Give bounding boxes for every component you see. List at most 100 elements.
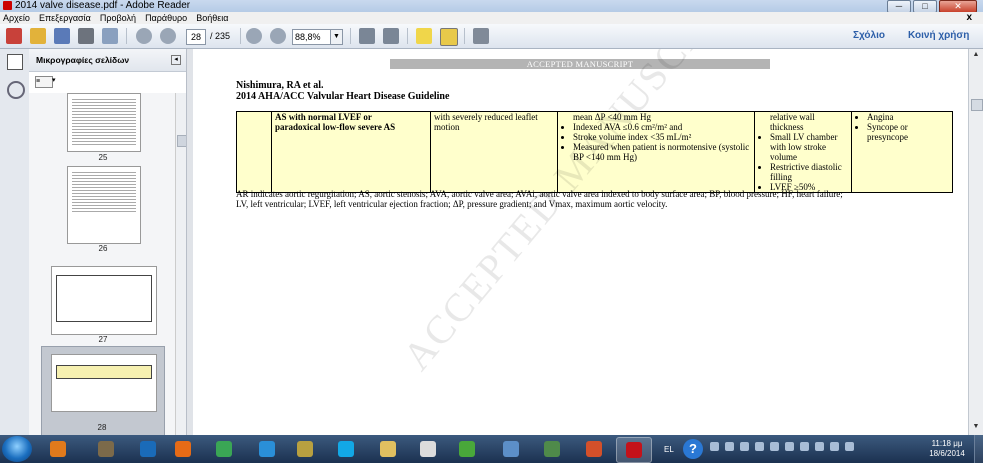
collapse-panel-icon[interactable]: ◂ xyxy=(171,55,181,65)
thumbnail-page[interactable] xyxy=(67,93,141,152)
toolbar-separator xyxy=(350,28,351,44)
adobe-reader-icon xyxy=(626,442,642,458)
tray-icon[interactable] xyxy=(815,442,824,451)
zoom-input[interactable]: 88,8% xyxy=(292,29,334,45)
explorer-taskbar-button[interactable] xyxy=(371,437,405,461)
tray-icon[interactable] xyxy=(785,442,794,451)
tray-icon[interactable] xyxy=(740,442,749,451)
thumbnail-page[interactable] xyxy=(51,354,157,412)
thumbnail-label: 25 xyxy=(98,153,108,162)
file-manager-taskbar-button[interactable] xyxy=(89,437,123,461)
utorrent-icon xyxy=(459,441,475,457)
hp-icon xyxy=(140,441,156,457)
highlight-icon[interactable] xyxy=(440,28,458,46)
tray-icon[interactable] xyxy=(710,442,719,451)
office-tool-taskbar-button[interactable] xyxy=(288,437,322,461)
menu-file[interactable]: Αρχείο xyxy=(0,12,33,24)
toolbar: 28 / 235 88,8% ▼ Σχόλιο Κοινή χρήση xyxy=(0,24,983,49)
list-item: Syncope or presyncope xyxy=(867,122,949,142)
network-icon[interactable] xyxy=(830,442,839,451)
menu-view[interactable]: Προβολή xyxy=(97,12,139,24)
selected-thumbnail[interactable]: 28 xyxy=(41,346,165,435)
page-thumbnails-icon[interactable] xyxy=(7,54,23,70)
start-button[interactable] xyxy=(2,436,32,462)
help-icon[interactable]: ? xyxy=(683,439,703,459)
zoom-dropdown-icon[interactable]: ▼ xyxy=(330,29,343,45)
show-desktop-button[interactable] xyxy=(974,435,983,463)
list-item: Small LV chamber with low stroke volume xyxy=(770,132,848,162)
menu-window[interactable]: Παράθυρο xyxy=(142,12,190,24)
previous-page-icon[interactable] xyxy=(136,28,152,44)
scroll-down-icon[interactable]: ▼ xyxy=(971,423,981,433)
notepad-taskbar-button[interactable] xyxy=(411,437,445,461)
zoom-in-icon[interactable] xyxy=(270,28,286,44)
comment-link[interactable]: Σχόλιο xyxy=(853,30,885,41)
panel-scrollbar[interactable] xyxy=(175,93,187,435)
page-number-input[interactable]: 28 xyxy=(186,29,206,45)
open-folder-icon[interactable] xyxy=(30,28,46,44)
clock[interactable]: 11:18 μμ 18/6/2014 xyxy=(922,439,972,459)
skype-taskbar-button[interactable] xyxy=(329,437,363,461)
powerpoint-icon xyxy=(586,441,602,457)
fit-width-icon[interactable] xyxy=(359,28,375,44)
expand-icon[interactable] xyxy=(473,28,489,44)
settings-taskbar-button[interactable] xyxy=(494,437,528,461)
document-scrollbar[interactable]: ▲ ▼ xyxy=(968,49,983,435)
attachments-icon[interactable] xyxy=(7,81,25,99)
menu-edit[interactable]: Επεξεργασία xyxy=(36,12,94,24)
internet-explorer-taskbar-button[interactable] xyxy=(250,437,284,461)
cell-text: paradoxical low-flow severe AS xyxy=(275,122,396,132)
email-icon[interactable] xyxy=(102,28,118,44)
menu-help[interactable]: Βοήθεια xyxy=(193,12,231,24)
toolbar-separator xyxy=(407,28,408,44)
zoom-out-icon[interactable] xyxy=(246,28,262,44)
thumbnail-label: 28 xyxy=(97,423,107,432)
window-title: 2014 valve disease.pdf - Adobe Reader xyxy=(15,0,191,11)
fit-page-icon[interactable] xyxy=(383,28,399,44)
scroll-up-icon[interactable]: ▲ xyxy=(971,51,981,61)
menu-bar: Αρχείο Επεξεργασία Προβολή Παράθυρο Βοήθ… xyxy=(0,12,983,24)
chrome-icon xyxy=(216,441,232,457)
firefox-taskbar-button[interactable] xyxy=(166,437,200,461)
utorrent-taskbar-button[interactable] xyxy=(450,437,484,461)
save-icon[interactable] xyxy=(54,28,70,44)
tray-icon[interactable] xyxy=(725,442,734,451)
close-document-button[interactable]: x xyxy=(963,12,975,24)
notepad-icon xyxy=(420,441,436,457)
options-icon[interactable]: ≡ xyxy=(35,76,53,88)
firefox-icon xyxy=(175,441,191,457)
adobe-reader-taskbar-button[interactable] xyxy=(616,437,652,463)
thumbnail-page[interactable] xyxy=(51,266,157,335)
thumbnail-page[interactable] xyxy=(67,166,141,244)
accepted-manuscript-banner: ACCEPTED MANUSCRIPT xyxy=(390,59,770,69)
share-link[interactable]: Κοινή χρήση xyxy=(908,30,969,41)
toolbar-separator xyxy=(126,28,127,44)
tray-icon[interactable] xyxy=(770,442,779,451)
print-icon[interactable] xyxy=(78,28,94,44)
footnote-line: LV, left ventricular; LVEF, left ventric… xyxy=(236,199,668,209)
settings-icon xyxy=(503,441,519,457)
toolbar-separator xyxy=(464,28,465,44)
tray-icon[interactable] xyxy=(755,442,764,451)
explorer-icon xyxy=(380,441,396,457)
monitor-taskbar-button[interactable] xyxy=(535,437,569,461)
create-pdf-icon[interactable] xyxy=(6,28,22,44)
comment-icon[interactable] xyxy=(416,28,432,44)
volume-icon[interactable] xyxy=(845,442,854,451)
hp-taskbar-button[interactable] xyxy=(131,437,165,461)
pdf-page: ACCEPTED MANUSCRIPT Nishimura, RA et al.… xyxy=(193,49,968,435)
author-header: Nishimura, RA et al. xyxy=(236,80,324,91)
media-player-taskbar-button[interactable] xyxy=(41,437,75,461)
tray-icon[interactable] xyxy=(800,442,809,451)
next-page-icon[interactable] xyxy=(160,28,176,44)
powerpoint-taskbar-button[interactable] xyxy=(577,437,611,461)
scrollbar-thumb[interactable] xyxy=(971,99,983,111)
clock-time: 11:18 μμ xyxy=(931,439,963,448)
chrome-taskbar-button[interactable] xyxy=(207,437,241,461)
skype-icon xyxy=(338,441,354,457)
page-total: / 235 xyxy=(210,31,231,41)
options-dropdown-icon[interactable]: ▾ xyxy=(52,76,56,84)
language-indicator[interactable]: EL xyxy=(664,445,674,454)
cell-text: AS with normal LVEF or xyxy=(275,112,372,122)
panel-header: Μικρογραφίες σελίδων ◂ xyxy=(29,49,186,72)
